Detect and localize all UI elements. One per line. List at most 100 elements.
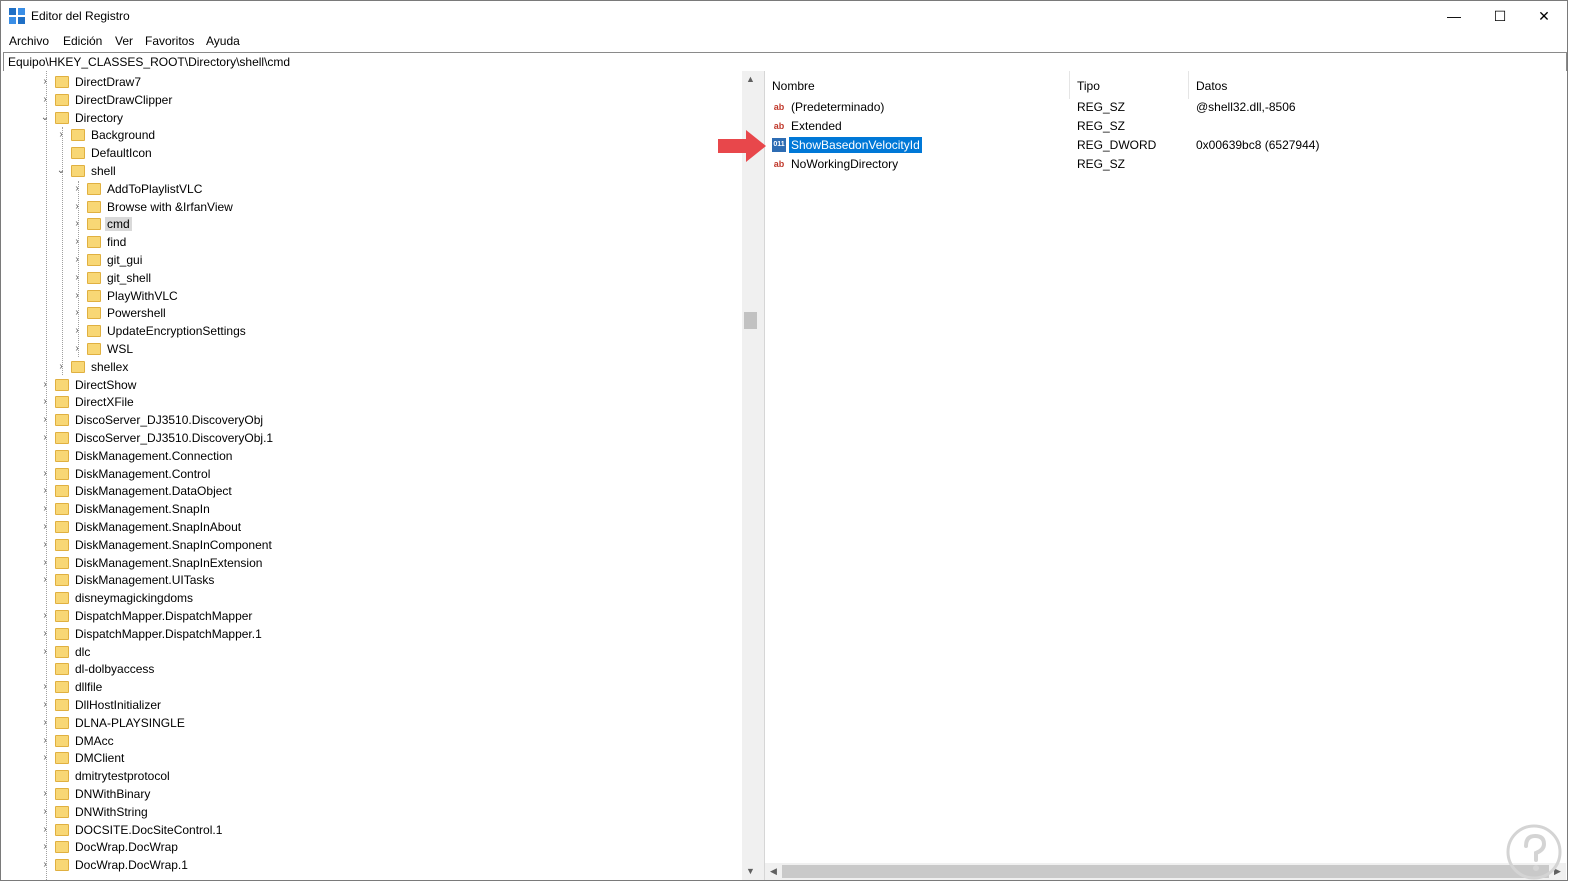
tree-item[interactable]: › git_shell (1, 270, 742, 288)
tree-item[interactable]: › DiscoServer_DJ3510.DiscoveryObj.1 (1, 430, 742, 448)
expand-chevron-icon[interactable]: › (39, 610, 51, 622)
tree-item[interactable]: › DllHostInitializer (1, 697, 742, 715)
expand-chevron-icon[interactable]: › (71, 290, 83, 302)
tree-item[interactable]: disneymagickingdoms (1, 590, 742, 608)
expand-chevron-icon[interactable]: › (55, 361, 67, 373)
tree-item[interactable]: › DNWithBinary (1, 786, 742, 804)
tree-item[interactable]: › UpdateEncryptionSettings (1, 323, 742, 341)
tree-item[interactable]: › shellex (1, 359, 742, 377)
tree-item[interactable]: › DiskManagement.DataObject (1, 483, 742, 501)
tree-item[interactable]: › DLNA-PLAYSINGLE (1, 715, 742, 733)
scroll-down-icon[interactable]: ▼ (742, 863, 759, 880)
expand-chevron-icon[interactable]: › (39, 752, 51, 764)
scroll-thumb[interactable] (782, 865, 1549, 878)
expand-chevron-icon[interactable]: › (39, 788, 51, 800)
menu-ver[interactable]: Ver (115, 34, 133, 48)
expand-chevron-icon[interactable]: › (71, 272, 83, 284)
tree-item[interactable]: DiskManagement.Connection (1, 448, 742, 466)
minimize-button[interactable]: — (1431, 1, 1477, 31)
expand-chevron-icon[interactable]: › (71, 183, 83, 195)
expand-chevron-icon[interactable]: › (39, 76, 51, 88)
tree-item[interactable]: › git_gui (1, 252, 742, 270)
expand-chevron-icon[interactable]: › (39, 432, 51, 444)
values-horizontal-scrollbar[interactable]: ◀ ▶ (765, 863, 1566, 880)
expand-chevron-icon[interactable]: › (71, 254, 83, 266)
expand-chevron-icon[interactable]: › (39, 806, 51, 818)
tree-item[interactable]: › find (1, 234, 742, 252)
expand-chevron-icon[interactable]: › (39, 468, 51, 480)
expand-chevron-icon[interactable]: › (39, 681, 51, 693)
tree-item[interactable]: › DispatchMapper.DispatchMapper.1 (1, 626, 742, 644)
close-button[interactable]: ✕ (1521, 1, 1567, 31)
column-header-nombre[interactable]: Nombre (765, 71, 1070, 99)
tree-item[interactable]: › DiskManagement.UITasks (1, 572, 742, 590)
expand-chevron-icon[interactable]: › (39, 841, 51, 853)
expand-chevron-icon[interactable]: › (39, 646, 51, 658)
address-bar[interactable]: Equipo\HKEY_CLASSES_ROOT\Directory\shell… (3, 52, 1567, 72)
maximize-button[interactable]: ☐ (1477, 1, 1523, 31)
tree-item[interactable]: › WSL (1, 341, 742, 359)
value-row[interactable]: ab NoWorkingDirectory REG_SZ (765, 155, 1567, 173)
expand-chevron-icon[interactable]: › (39, 557, 51, 569)
tree-item[interactable]: › cmd (1, 216, 742, 234)
scroll-thumb[interactable] (744, 312, 757, 329)
expand-chevron-icon[interactable]: › (39, 521, 51, 533)
tree-item[interactable]: › DocWrap.DocWrap.1 (1, 857, 742, 875)
expand-chevron-icon[interactable]: › (39, 503, 51, 515)
expand-chevron-icon[interactable]: › (39, 414, 51, 426)
tree-item[interactable]: › Background (1, 127, 742, 145)
scroll-left-icon[interactable]: ◀ (765, 863, 782, 880)
tree-item[interactable]: › Powershell (1, 305, 742, 323)
menu-edicion[interactable]: Edición (63, 34, 102, 48)
tree-item[interactable]: › DiskManagement.SnapInComponent (1, 537, 742, 555)
tree-item[interactable]: › DiskManagement.Control (1, 466, 742, 484)
value-row[interactable]: ab (Predeterminado) REG_SZ @shell32.dll,… (765, 98, 1567, 116)
tree-item[interactable]: › DiskManagement.SnapInExtension (1, 555, 742, 573)
expand-chevron-icon[interactable]: › (71, 343, 83, 355)
tree-item[interactable]: › DMAcc (1, 733, 742, 751)
expand-chevron-icon[interactable]: › (39, 717, 51, 729)
scroll-up-icon[interactable]: ▲ (742, 71, 759, 88)
tree-item[interactable]: › DocWrap.DocWrap (1, 839, 742, 857)
expand-chevron-icon[interactable]: › (71, 236, 83, 248)
tree-item[interactable]: › DOCSITE.DocSiteControl.1 (1, 822, 742, 840)
tree-item[interactable]: › DirectXFile (1, 394, 742, 412)
tree-vertical-scrollbar[interactable]: ▲ ▼ (742, 71, 759, 880)
tree-item[interactable]: dl-dolbyaccess (1, 661, 742, 679)
expand-chevron-icon[interactable]: › (39, 485, 51, 497)
expand-chevron-icon[interactable]: › (39, 94, 51, 106)
tree-item[interactable]: › DirectDraw7 (1, 74, 742, 92)
tree-item[interactable]: ⌄ shell (1, 163, 742, 181)
value-row-selected[interactable]: 011 ShowBasedonVelocityId REG_DWORD 0x00… (765, 136, 1567, 154)
values-list[interactable]: Nombre Tipo Datos ab (Predeterminado) RE… (764, 71, 1567, 880)
tree-item[interactable]: › PlayWithVLC (1, 288, 742, 306)
tree-item[interactable]: › DirectShow (1, 377, 742, 395)
expand-chevron-icon[interactable]: › (39, 574, 51, 586)
tree-item[interactable]: DefaultIcon (1, 145, 742, 163)
expand-chevron-icon[interactable]: › (71, 325, 83, 337)
column-header-tipo[interactable]: Tipo (1070, 71, 1189, 99)
expand-chevron-icon[interactable]: › (39, 628, 51, 640)
tree-item[interactable]: › DNWithString (1, 804, 742, 822)
tree-item[interactable]: ⌄ Directory (1, 110, 742, 128)
tree-item[interactable]: › AddToPlaylistVLC (1, 181, 742, 199)
expand-chevron-icon[interactable]: › (39, 859, 51, 871)
expand-chevron-icon[interactable]: › (71, 307, 83, 319)
expand-chevron-icon[interactable]: › (39, 539, 51, 551)
tree-item[interactable]: › DirectDrawClipper (1, 92, 742, 110)
tree-item[interactable]: › DiskManagement.SnapInAbout (1, 519, 742, 537)
expand-chevron-icon[interactable]: › (55, 129, 67, 141)
value-row[interactable]: ab Extended REG_SZ (765, 117, 1567, 135)
collapse-chevron-icon[interactable]: ⌄ (39, 112, 51, 124)
column-header-datos[interactable]: Datos (1189, 71, 1567, 99)
tree-item[interactable]: › Browse with &IrfanView (1, 199, 742, 217)
collapse-chevron-icon[interactable]: ⌄ (55, 165, 67, 177)
key-tree[interactable]: › DirectDraw7 › DirectDrawClipper ⌄ Directory… (1, 71, 742, 880)
expand-chevron-icon[interactable]: › (39, 379, 51, 391)
tree-item[interactable]: dmitrytestprotocol (1, 768, 742, 786)
menu-ayuda[interactable]: Ayuda (206, 34, 240, 48)
tree-item[interactable]: › DMClient (1, 750, 742, 768)
tree-item[interactable]: › dlc (1, 644, 742, 662)
tree-item[interactable]: › DiskManagement.SnapIn (1, 501, 742, 519)
expand-chevron-icon[interactable]: › (39, 735, 51, 747)
